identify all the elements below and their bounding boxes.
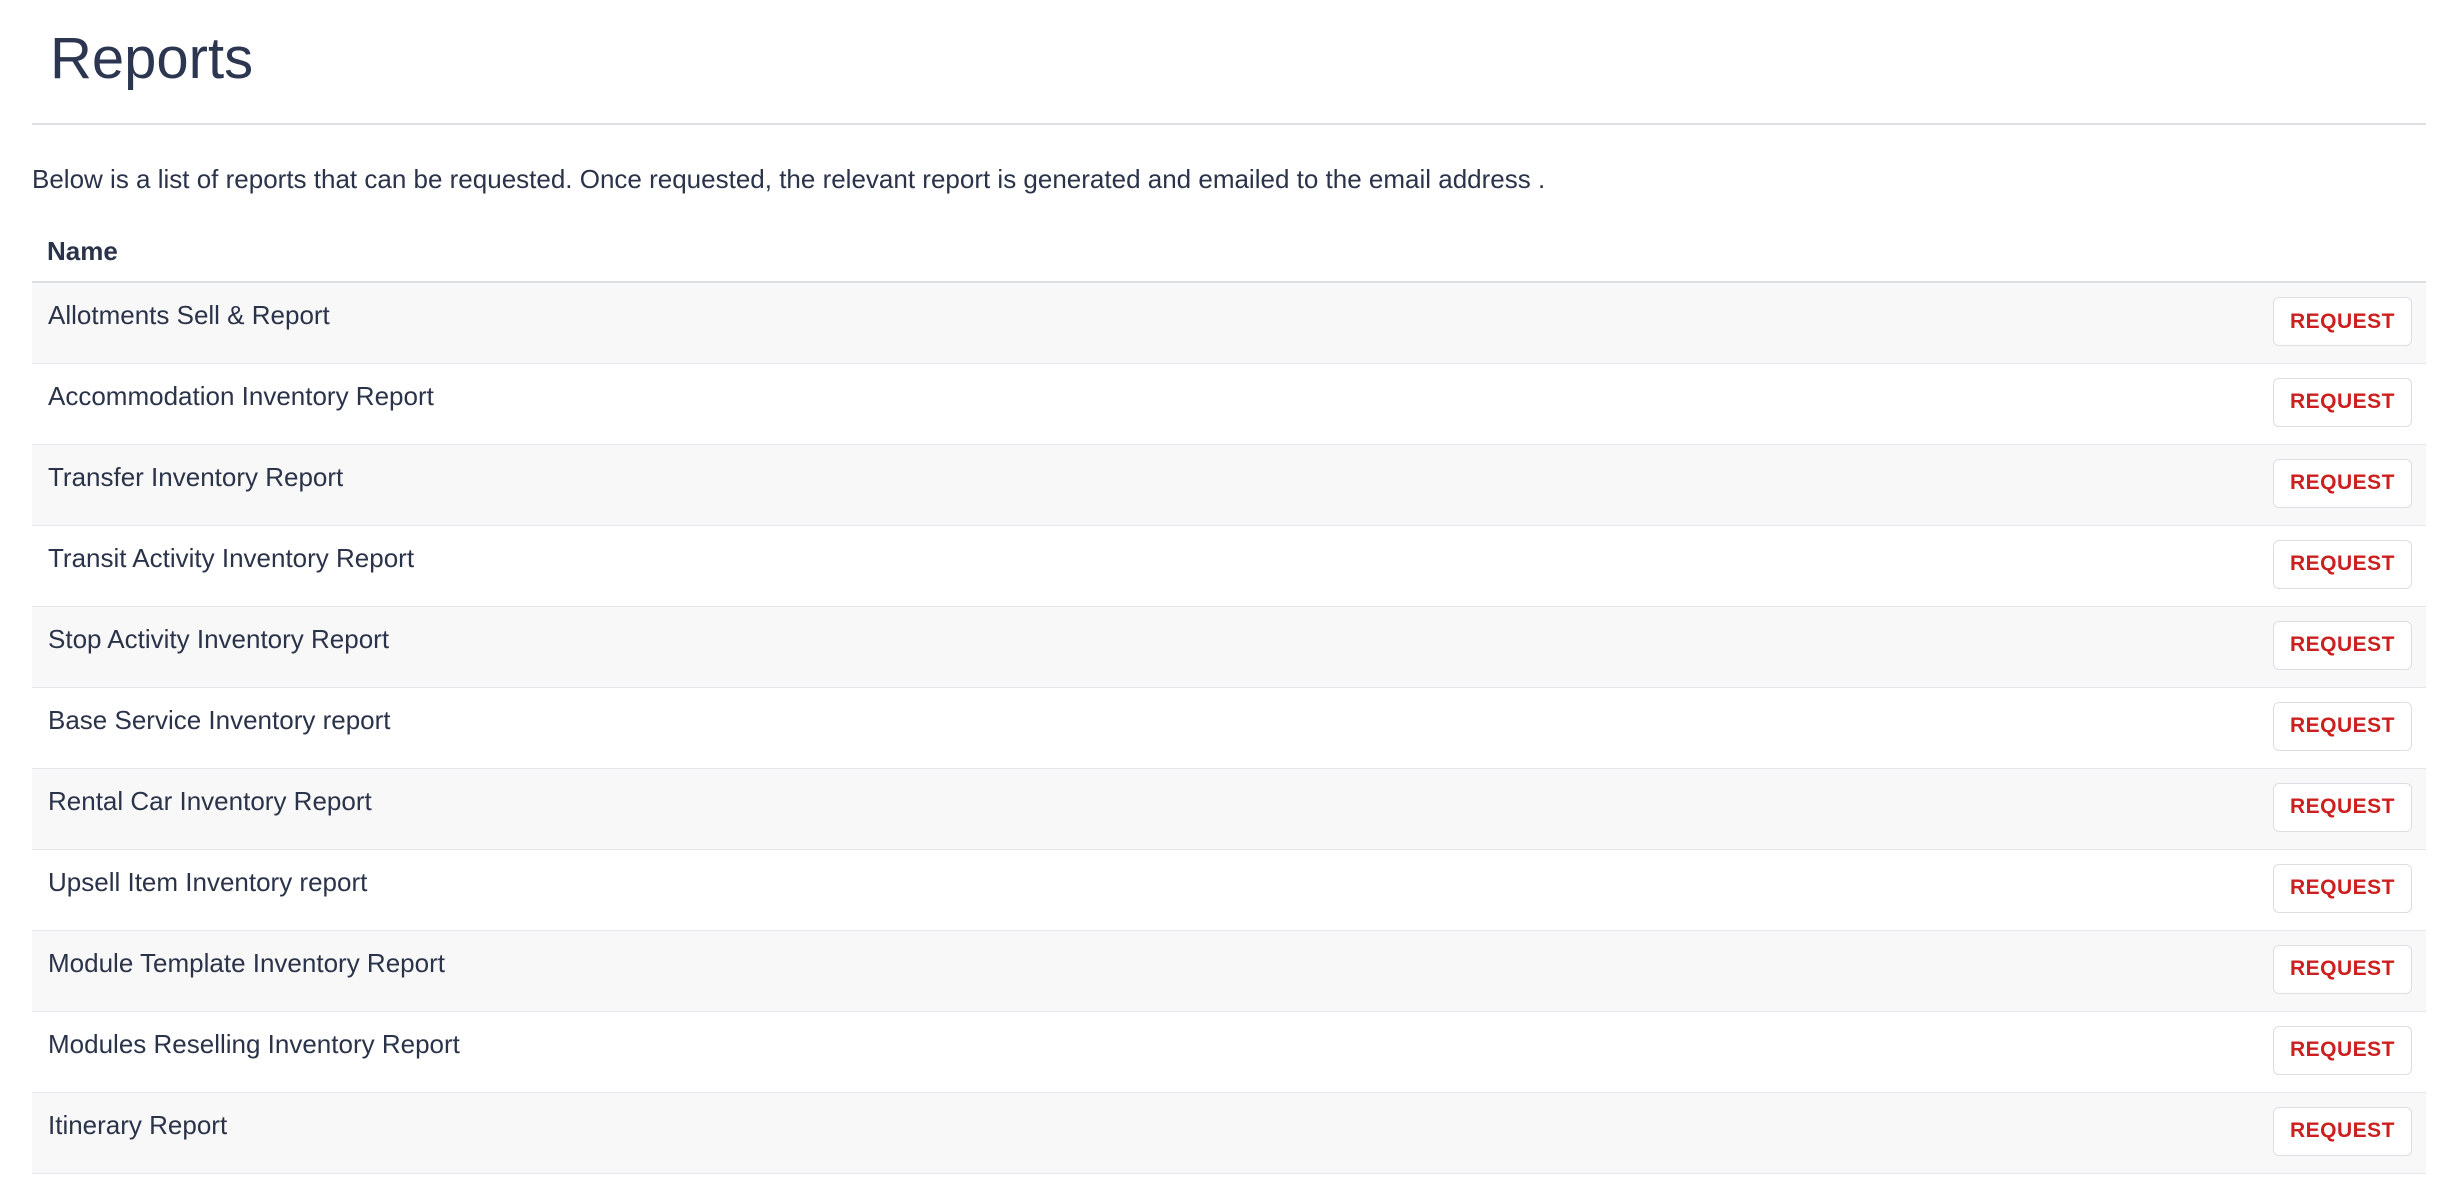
request-button[interactable]: REQUEST bbox=[2273, 620, 2412, 670]
report-name: Rental Car Inventory Report bbox=[48, 785, 372, 816]
table-row: Allotments Sell & Report REQUEST bbox=[32, 282, 2426, 364]
table-row: Base Service Inventory report REQUEST bbox=[32, 687, 2426, 769]
report-name: Base Service Inventory report bbox=[48, 704, 391, 735]
request-button[interactable]: REQUEST bbox=[2273, 458, 2412, 508]
table-row: Upsell Item Inventory report REQUEST bbox=[32, 849, 2426, 931]
report-action-cell: REQUEST bbox=[2226, 282, 2426, 364]
report-name: Stop Activity Inventory Report bbox=[48, 623, 390, 654]
reports-page: Reports Below is a list of reports that … bbox=[0, 0, 2458, 1182]
report-action-cell: REQUEST bbox=[2226, 1011, 2426, 1093]
report-name: Upsell Item Inventory report bbox=[48, 866, 368, 897]
reports-table-body: Allotments Sell & Report REQUEST Accommoda… bbox=[32, 282, 2426, 1174]
report-action-cell: REQUEST bbox=[2226, 849, 2426, 931]
report-action-cell: REQUEST bbox=[2226, 687, 2426, 769]
report-name: Itinerary Report bbox=[48, 1109, 228, 1140]
report-name-cell: Module Template Inventory Report bbox=[32, 930, 2226, 1012]
report-action-cell: REQUEST bbox=[2226, 768, 2426, 850]
report-name-cell: Upsell Item Inventory report bbox=[32, 849, 2226, 931]
request-button[interactable]: REQUEST bbox=[2273, 1025, 2412, 1075]
report-name: Transfer Inventory Report bbox=[48, 461, 344, 492]
report-name-cell: Stop Activity Inventory Report bbox=[32, 606, 2226, 688]
name-column-header: Name bbox=[32, 222, 2226, 283]
table-header-row: Name bbox=[32, 222, 2426, 283]
report-name-cell: Base Service Inventory report bbox=[32, 687, 2226, 769]
page-title: Reports bbox=[50, 26, 254, 91]
table-row: Rental Car Inventory Report REQUEST bbox=[32, 768, 2426, 850]
request-button[interactable]: REQUEST bbox=[2273, 297, 2412, 346]
request-button[interactable]: REQUEST bbox=[2273, 1106, 2412, 1156]
table-row: Transit Activity Inventory Report REQUEST bbox=[32, 525, 2426, 607]
table-row: Stop Activity Inventory Report REQUEST bbox=[32, 606, 2426, 688]
page-description: Below is a list of reports that can be r… bbox=[32, 164, 1546, 194]
report-action-cell: REQUEST bbox=[2226, 1092, 2426, 1174]
report-action-cell: REQUEST bbox=[2226, 444, 2426, 526]
table-row: Modules Reselling Inventory Report REQUES… bbox=[32, 1011, 2426, 1093]
reports-table: Name Allotments Sell & Report REQUEST Acco… bbox=[32, 222, 2426, 1174]
report-name-cell: Transit Activity Inventory Report bbox=[32, 525, 2226, 607]
request-button[interactable]: REQUEST bbox=[2273, 863, 2412, 913]
report-name-cell: Transfer Inventory Report bbox=[32, 444, 2226, 526]
report-action-cell: REQUEST bbox=[2226, 525, 2426, 607]
page-header: Reports bbox=[32, 0, 2426, 125]
report-name-cell: Modules Reselling Inventory Report bbox=[32, 1011, 2226, 1093]
report-action-cell: REQUEST bbox=[2226, 606, 2426, 688]
report-name: Module Template Inventory Report bbox=[48, 947, 445, 978]
report-name-cell: Itinerary Report bbox=[32, 1092, 2226, 1174]
request-button[interactable]: REQUEST bbox=[2273, 944, 2412, 994]
request-button[interactable]: REQUEST bbox=[2273, 782, 2412, 832]
report-action-cell: REQUEST bbox=[2226, 363, 2426, 445]
report-name-cell: Rental Car Inventory Report bbox=[32, 768, 2226, 850]
report-name-cell: Allotments Sell & Report bbox=[32, 282, 2226, 364]
table-row: Accommodation Inventory Report REQUEST bbox=[32, 363, 2426, 445]
report-name: Accommodation Inventory Report bbox=[48, 380, 434, 411]
action-column-header bbox=[2226, 222, 2426, 283]
table-row: Module Template Inventory Report REQUEST bbox=[32, 930, 2426, 1012]
request-button[interactable]: REQUEST bbox=[2273, 539, 2412, 589]
table-row: Transfer Inventory Report REQUEST bbox=[32, 444, 2426, 526]
table-row: Itinerary Report REQUEST bbox=[32, 1092, 2426, 1174]
report-action-cell: REQUEST bbox=[2226, 930, 2426, 1012]
report-name-cell: Accommodation Inventory Report bbox=[32, 363, 2226, 445]
request-button[interactable]: REQUEST bbox=[2273, 377, 2412, 427]
request-button[interactable]: REQUEST bbox=[2273, 701, 2412, 751]
report-name: Modules Reselling Inventory Report bbox=[48, 1028, 460, 1059]
report-name: Allotments Sell & Report bbox=[48, 300, 330, 330]
report-name: Transit Activity Inventory Report bbox=[48, 542, 415, 573]
